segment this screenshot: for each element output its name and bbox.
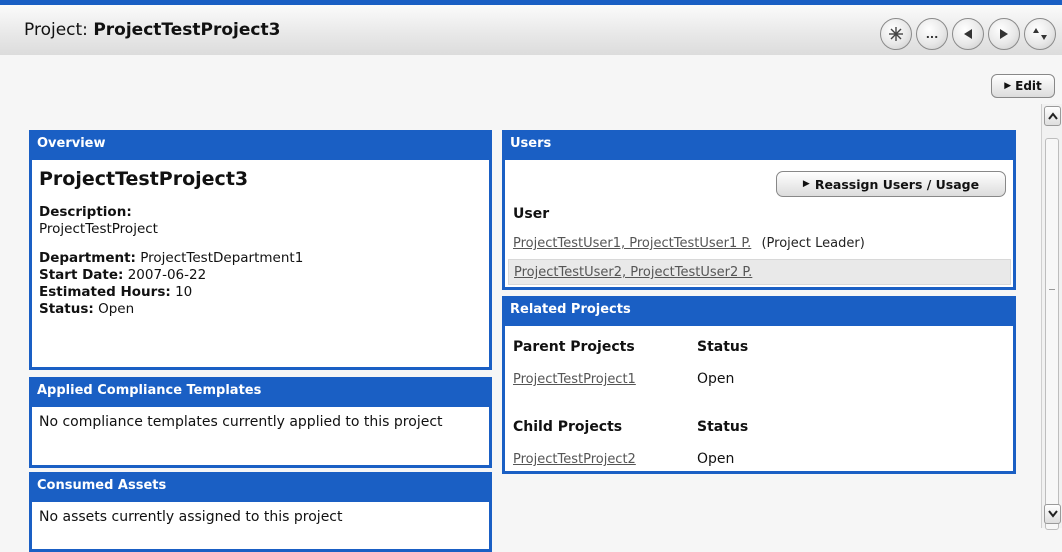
start-date-label: Start Date: <box>39 267 124 283</box>
previous-icon <box>964 29 972 39</box>
reassign-label: Reassign Users / Usage <box>814 176 980 192</box>
user-column-header: User <box>513 206 550 222</box>
sparkle-button[interactable] <box>880 18 912 50</box>
title-label: Project: <box>24 20 88 40</box>
user-role: (Project Leader) <box>761 236 865 251</box>
user-link[interactable]: ProjectTestUser2, ProjectTestUser2 P. <box>514 265 752 280</box>
sort-button[interactable] <box>1024 18 1056 50</box>
play-icon: ▶ <box>802 179 810 189</box>
child-project-link[interactable]: ProjectTestProject2 <box>513 452 636 467</box>
chevron-up-icon <box>1047 112 1058 120</box>
assets-text: No assets currently assigned to this pro… <box>39 509 343 525</box>
child-projects-header: Child Projects <box>513 419 622 435</box>
child-status-header: Status <box>697 419 749 435</box>
sort-icon <box>1033 28 1047 40</box>
start-date-value: 2007-06-22 <box>127 267 207 283</box>
start-date-row: Start Date: 2007-06-22 <box>39 267 482 284</box>
scrollbar-thumb[interactable] <box>1045 138 1059 530</box>
department-label: Department: <box>39 250 136 266</box>
status-label: Status: <box>39 301 94 317</box>
page-header: Project: ProjectTestProject3 ... <box>0 5 1062 55</box>
scroll-down-button[interactable] <box>1044 504 1061 524</box>
overview-heading: Overview <box>32 133 489 160</box>
scroll-up-button[interactable] <box>1044 106 1061 126</box>
compliance-text: No compliance templates currently applie… <box>39 414 443 430</box>
sparkle-icon <box>889 27 903 41</box>
estimated-hours-row: Estimated Hours: 10 <box>39 284 482 301</box>
header-toolbar: ... <box>880 18 1056 50</box>
previous-button[interactable] <box>952 18 984 50</box>
department-row: Department: ProjectTestDepartment1 <box>39 250 482 267</box>
overview-panel: Overview ProjectTestProject3 Description… <box>29 130 492 370</box>
parent-project-link[interactable]: ProjectTestProject1 <box>513 372 636 387</box>
parent-projects-label: Parent Projects <box>513 339 635 355</box>
page-title: Project: ProjectTestProject3 <box>24 20 280 40</box>
user-row: ProjectTestUser1, ProjectTestUser1 P. (P… <box>508 231 1011 257</box>
play-icon: ▶ <box>1004 81 1012 91</box>
estimated-hours-value: 10 <box>175 284 193 300</box>
assets-panel: Consumed Assets No assets currently assi… <box>29 472 492 552</box>
compliance-panel: Applied Compliance Templates No complian… <box>29 377 492 468</box>
description-label: Description: <box>39 204 132 220</box>
parent-status-header: Status <box>697 339 749 355</box>
more-icon: ... <box>925 27 939 41</box>
chevron-down-icon <box>1047 510 1058 518</box>
project-name: ProjectTestProject3 <box>39 168 249 190</box>
user-row: ProjectTestUser2, ProjectTestUser2 P. <box>508 259 1011 285</box>
child-projects-label: Child Projects <box>513 419 623 435</box>
parent-project-row: ProjectTestProject1 <box>513 371 636 387</box>
edit-button-label: Edit <box>1015 79 1042 93</box>
status-value: Open <box>98 301 135 317</box>
users-heading: Users <box>505 133 1013 160</box>
assets-heading: Consumed Assets <box>32 475 489 502</box>
status-row: Status: Open <box>39 301 482 318</box>
user-link[interactable]: ProjectTestUser1, ProjectTestUser1 P. <box>513 236 751 251</box>
thumb-grip <box>1049 289 1055 290</box>
child-project-status: Open <box>697 451 735 467</box>
users-panel: Users ▶ Reassign Users / Usage User Proj… <box>502 130 1016 290</box>
title-value: ProjectTestProject3 <box>93 20 281 40</box>
next-icon <box>1000 29 1008 39</box>
more-button[interactable]: ... <box>916 18 948 50</box>
related-projects-panel: Related Projects Parent Projects Status … <box>502 296 1016 474</box>
estimated-hours-label: Estimated Hours: <box>39 284 171 300</box>
description-value: ProjectTestProject <box>39 221 158 237</box>
compliance-heading: Applied Compliance Templates <box>32 380 489 407</box>
edit-button[interactable]: ▶ Edit <box>991 74 1055 98</box>
parent-projects-header: Parent Projects <box>513 339 635 355</box>
vertical-scrollbar[interactable] <box>1041 104 1062 530</box>
parent-project-status: Open <box>697 371 735 387</box>
next-button[interactable] <box>988 18 1020 50</box>
reassign-users-button[interactable]: ▶ Reassign Users / Usage <box>776 171 1006 197</box>
child-project-row: ProjectTestProject2 <box>513 451 636 467</box>
department-value: ProjectTestDepartment1 <box>140 250 304 266</box>
related-heading: Related Projects <box>505 299 1013 326</box>
overview-body: ProjectTestProject3 Description: Project… <box>32 160 489 324</box>
